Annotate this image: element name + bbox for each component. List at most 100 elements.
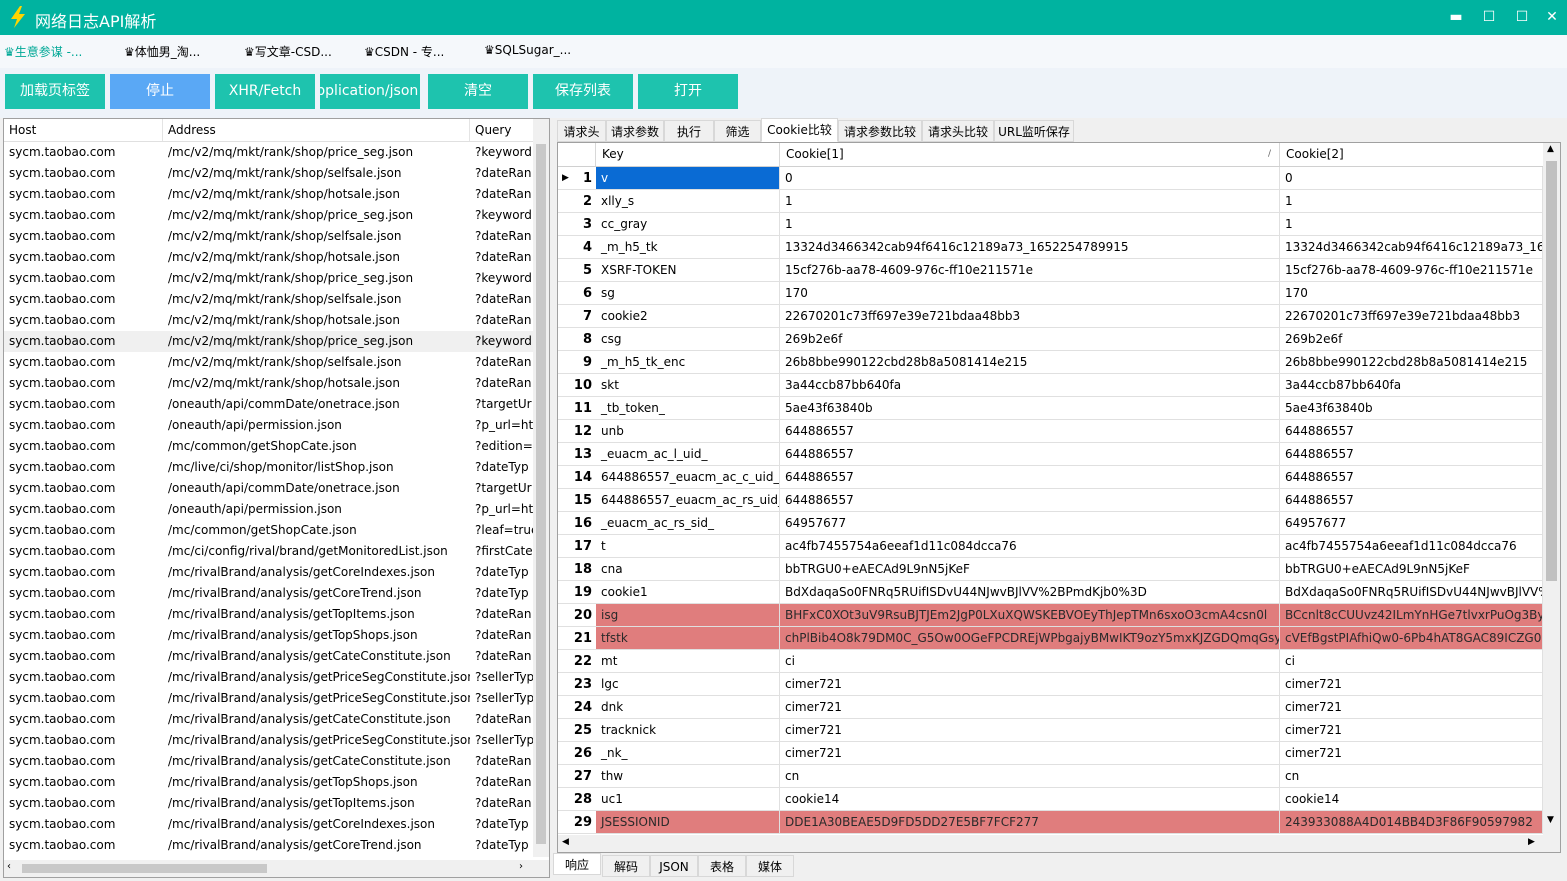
cell-cookie1[interactable]: DDE1A30BEAE5D9FD5DD27E5BF7FCF277 [780, 811, 1280, 834]
cell-key[interactable]: mt [596, 650, 780, 673]
tab-response[interactable]: 表格 [698, 855, 746, 877]
request-list-vscrollbar[interactable] [533, 119, 549, 857]
cell-key[interactable]: dnk [596, 696, 780, 719]
table-row[interactable]: sycm.taobao.com/mc/rivalBrand/analysis/g… [4, 772, 534, 793]
grid-row[interactable]: 2 xlly_s 1 1 [558, 190, 1543, 213]
cell-cookie2[interactable]: bbTRGU0+eAECAd9L9nN5jKeF [1280, 558, 1543, 581]
table-row[interactable]: sycm.taobao.com/oneauth/api/permission.j… [4, 499, 534, 520]
minimize-icon[interactable]: ▬ [1444, 6, 1468, 28]
grid-row[interactable]: 22 mt ci ci [558, 650, 1543, 673]
browser-tab[interactable]: ♛CSDN - 专... [364, 43, 474, 63]
cell-cookie1[interactable]: cimer721 [780, 742, 1280, 765]
grid-row[interactable]: 10 skt 3a44ccb87bb640fa 3a44ccb87bb640fa [558, 374, 1543, 397]
cell-cookie2[interactable]: 5ae43f63840b [1280, 397, 1543, 420]
cell-cookie1[interactable]: 644886557 [780, 420, 1280, 443]
grid-row[interactable]: 15 644886557_euacm_ac_rs_uid_ 644886557 644… [558, 489, 1543, 512]
cell-cookie2[interactable]: 644886557 [1280, 489, 1543, 512]
cell-cookie1[interactable]: 1 [780, 213, 1280, 236]
grid-row[interactable]: 14 644886557_euacm_ac_c_uid_ 644886557 6448… [558, 466, 1543, 489]
table-row[interactable]: sycm.taobao.com/mc/rivalBrand/analysis/g… [4, 583, 534, 604]
stop-button[interactable]: 停止 [110, 74, 210, 109]
grid-row[interactable]: 1 ▶ v 0 0 [558, 167, 1543, 190]
table-row[interactable]: sycm.taobao.com/mc/v2/mq/mkt/rank/shop/p… [4, 268, 534, 289]
grid-row[interactable]: 17 t ac4fb7455754a6eeaf1d11c084dcca76 ac4fb… [558, 535, 1543, 558]
cell-cookie1[interactable]: BHFxC0XOt3uV9RsuBJTJEm2JgP0LXuXQWSKEBVOE… [780, 604, 1280, 627]
cell-cookie1[interactable]: BdXdaqaSo0FNRq5RUifISDvU44NJwvBJlVV%2BPm… [780, 581, 1280, 604]
cell-key[interactable]: csg [596, 328, 780, 351]
grid-row[interactable]: 19 cookie1 BdXdaqaSo0FNRq5RUifISDvU44NJwvB… [558, 581, 1543, 604]
table-row[interactable]: sycm.taobao.com/mc/v2/mq/mkt/rank/shop/h… [4, 373, 534, 394]
cell-cookie1[interactable]: 0 [780, 167, 1280, 190]
grid-row[interactable]: 24 dnk cimer721 cimer721 [558, 696, 1543, 719]
table-row[interactable]: sycm.taobao.com/mc/v2/mq/mkt/rank/shop/h… [4, 184, 534, 205]
scroll-left-icon[interactable]: ‹ [7, 861, 11, 872]
tab-detail[interactable]: 请求参数比较 [838, 120, 922, 142]
browser-tab[interactable]: ♛生意参谋 -... [4, 43, 114, 63]
cell-key[interactable]: _m_h5_tk [596, 236, 780, 259]
table-row[interactable]: sycm.taobao.com/mc/rivalBrand/analysis/g… [4, 709, 534, 730]
cell-cookie1[interactable]: ci [780, 650, 1280, 673]
cell-cookie2[interactable]: cimer721 [1280, 673, 1543, 696]
cell-key[interactable]: _tb_token_ [596, 397, 780, 420]
tab-detail[interactable]: 请求头比较 [922, 120, 994, 142]
cell-key[interactable]: XSRF-TOKEN [596, 259, 780, 282]
grid-row[interactable]: 23 lgc cimer721 cimer721 [558, 673, 1543, 696]
scroll-right-icon[interactable]: › [519, 861, 523, 872]
cell-key[interactable]: thw [596, 765, 780, 788]
table-row[interactable]: sycm.taobao.com/mc/rivalBrand/analysis/g… [4, 625, 534, 646]
table-row[interactable]: sycm.taobao.com/mc/rivalBrand/analysis/g… [4, 667, 534, 688]
cell-cookie2[interactable]: ci [1280, 650, 1543, 673]
cell-cookie2[interactable]: 1 [1280, 190, 1543, 213]
grid-row[interactable]: 20 isg BHFxC0XOt3uV9RsuBJTJEm2JgP0LXuXQWSK… [558, 604, 1543, 627]
cell-cookie2[interactable]: BCcnlt8cCUUvz42ILmYnHGe7tlvxrPuOg3By4_ [1280, 604, 1543, 627]
column-header-address[interactable]: Address [163, 119, 470, 141]
cell-cookie2[interactable]: 3a44ccb87bb640fa [1280, 374, 1543, 397]
cell-key[interactable]: sg [596, 282, 780, 305]
request-list-hscrollbar[interactable]: ‹ › [4, 860, 549, 877]
browser-tab[interactable]: ♛体恤男_淘... [124, 43, 234, 63]
maximize-icon[interactable]: ☐ [1510, 6, 1534, 28]
grid-row[interactable]: 5 XSRF-TOKEN 15cf276b-aa78-4609-976c-ff10e… [558, 259, 1543, 282]
cell-key[interactable]: v [596, 167, 780, 190]
grid-row[interactable]: 7 cookie2 22670201c73ff697e39e721bdaa48bb3… [558, 305, 1543, 328]
cell-key[interactable]: _euacm_ac_l_uid_ [596, 443, 780, 466]
cell-key[interactable]: t [596, 535, 780, 558]
cell-key[interactable]: JSESSIONID [596, 811, 780, 834]
cell-cookie2[interactable]: 269b2e6f [1280, 328, 1543, 351]
restore-icon[interactable]: ☐ [1477, 6, 1501, 28]
scroll-thumb[interactable] [22, 864, 267, 873]
cell-key[interactable]: _nk_ [596, 742, 780, 765]
grid-row[interactable]: 26 _nk_ cimer721 cimer721 [558, 742, 1543, 765]
grid-row[interactable]: 25 tracknick cimer721 cimer721 [558, 719, 1543, 742]
cell-key[interactable]: cc_gray [596, 213, 780, 236]
cell-cookie2[interactable]: 644886557 [1280, 466, 1543, 489]
cell-key[interactable]: tfstk [596, 627, 780, 650]
tab-detail[interactable]: 执行 [664, 120, 714, 142]
cell-cookie1[interactable]: 644886557 [780, 466, 1280, 489]
cell-cookie1[interactable]: 15cf276b-aa78-4609-976c-ff10e211571e [780, 259, 1280, 282]
cell-cookie2[interactable]: 644886557 [1280, 443, 1543, 466]
table-row[interactable]: sycm.taobao.com/mc/rivalBrand/analysis/g… [4, 688, 534, 709]
scroll-up-icon[interactable]: ▲ [1547, 144, 1554, 154]
tab-response[interactable]: 解码 [602, 855, 650, 877]
table-row[interactable]: sycm.taobao.com/mc/v2/mq/mkt/rank/shop/p… [4, 205, 534, 226]
cell-cookie2[interactable]: 1 [1280, 213, 1543, 236]
grid-row[interactable]: 18 cna bbTRGU0+eAECAd9L9nN5jKeF bbTRGU0+eAE… [558, 558, 1543, 581]
table-row[interactable]: sycm.taobao.com/mc/rivalBrand/analysis/g… [4, 835, 534, 856]
table-row[interactable]: sycm.taobao.com/mc/v2/mq/mkt/rank/shop/s… [4, 352, 534, 373]
clear-button[interactable]: 清空 [428, 74, 528, 109]
save-list-button[interactable]: 保存列表 [533, 74, 633, 109]
cell-cookie1[interactable]: 269b2e6f [780, 328, 1280, 351]
grid-row[interactable]: 21 tfstk chPlBib4O8k79DM0C_G5Ow0OGeFPCDREj… [558, 627, 1543, 650]
cell-cookie1[interactable]: 170 [780, 282, 1280, 305]
grid-row[interactable]: 16 _euacm_ac_rs_sid_ 64957677 64957677 [558, 512, 1543, 535]
tab-response[interactable]: 响应 [553, 853, 601, 875]
cell-key[interactable]: lgc [596, 673, 780, 696]
cell-cookie1[interactable]: 13324d3466342cab94f6416c12189a73_1652254… [780, 236, 1280, 259]
cell-cookie2[interactable]: 26b8bbe990122cbd28b8a5081414e215 [1280, 351, 1543, 374]
cell-cookie2[interactable]: cn [1280, 765, 1543, 788]
grid-row[interactable]: 27 thw cn cn [558, 765, 1543, 788]
table-row[interactable]: sycm.taobao.com/mc/common/getShopCate.js… [4, 520, 534, 541]
tab-response[interactable]: JSON [650, 855, 698, 877]
column-header-cookie1[interactable]: Cookie[1] / [780, 143, 1280, 166]
